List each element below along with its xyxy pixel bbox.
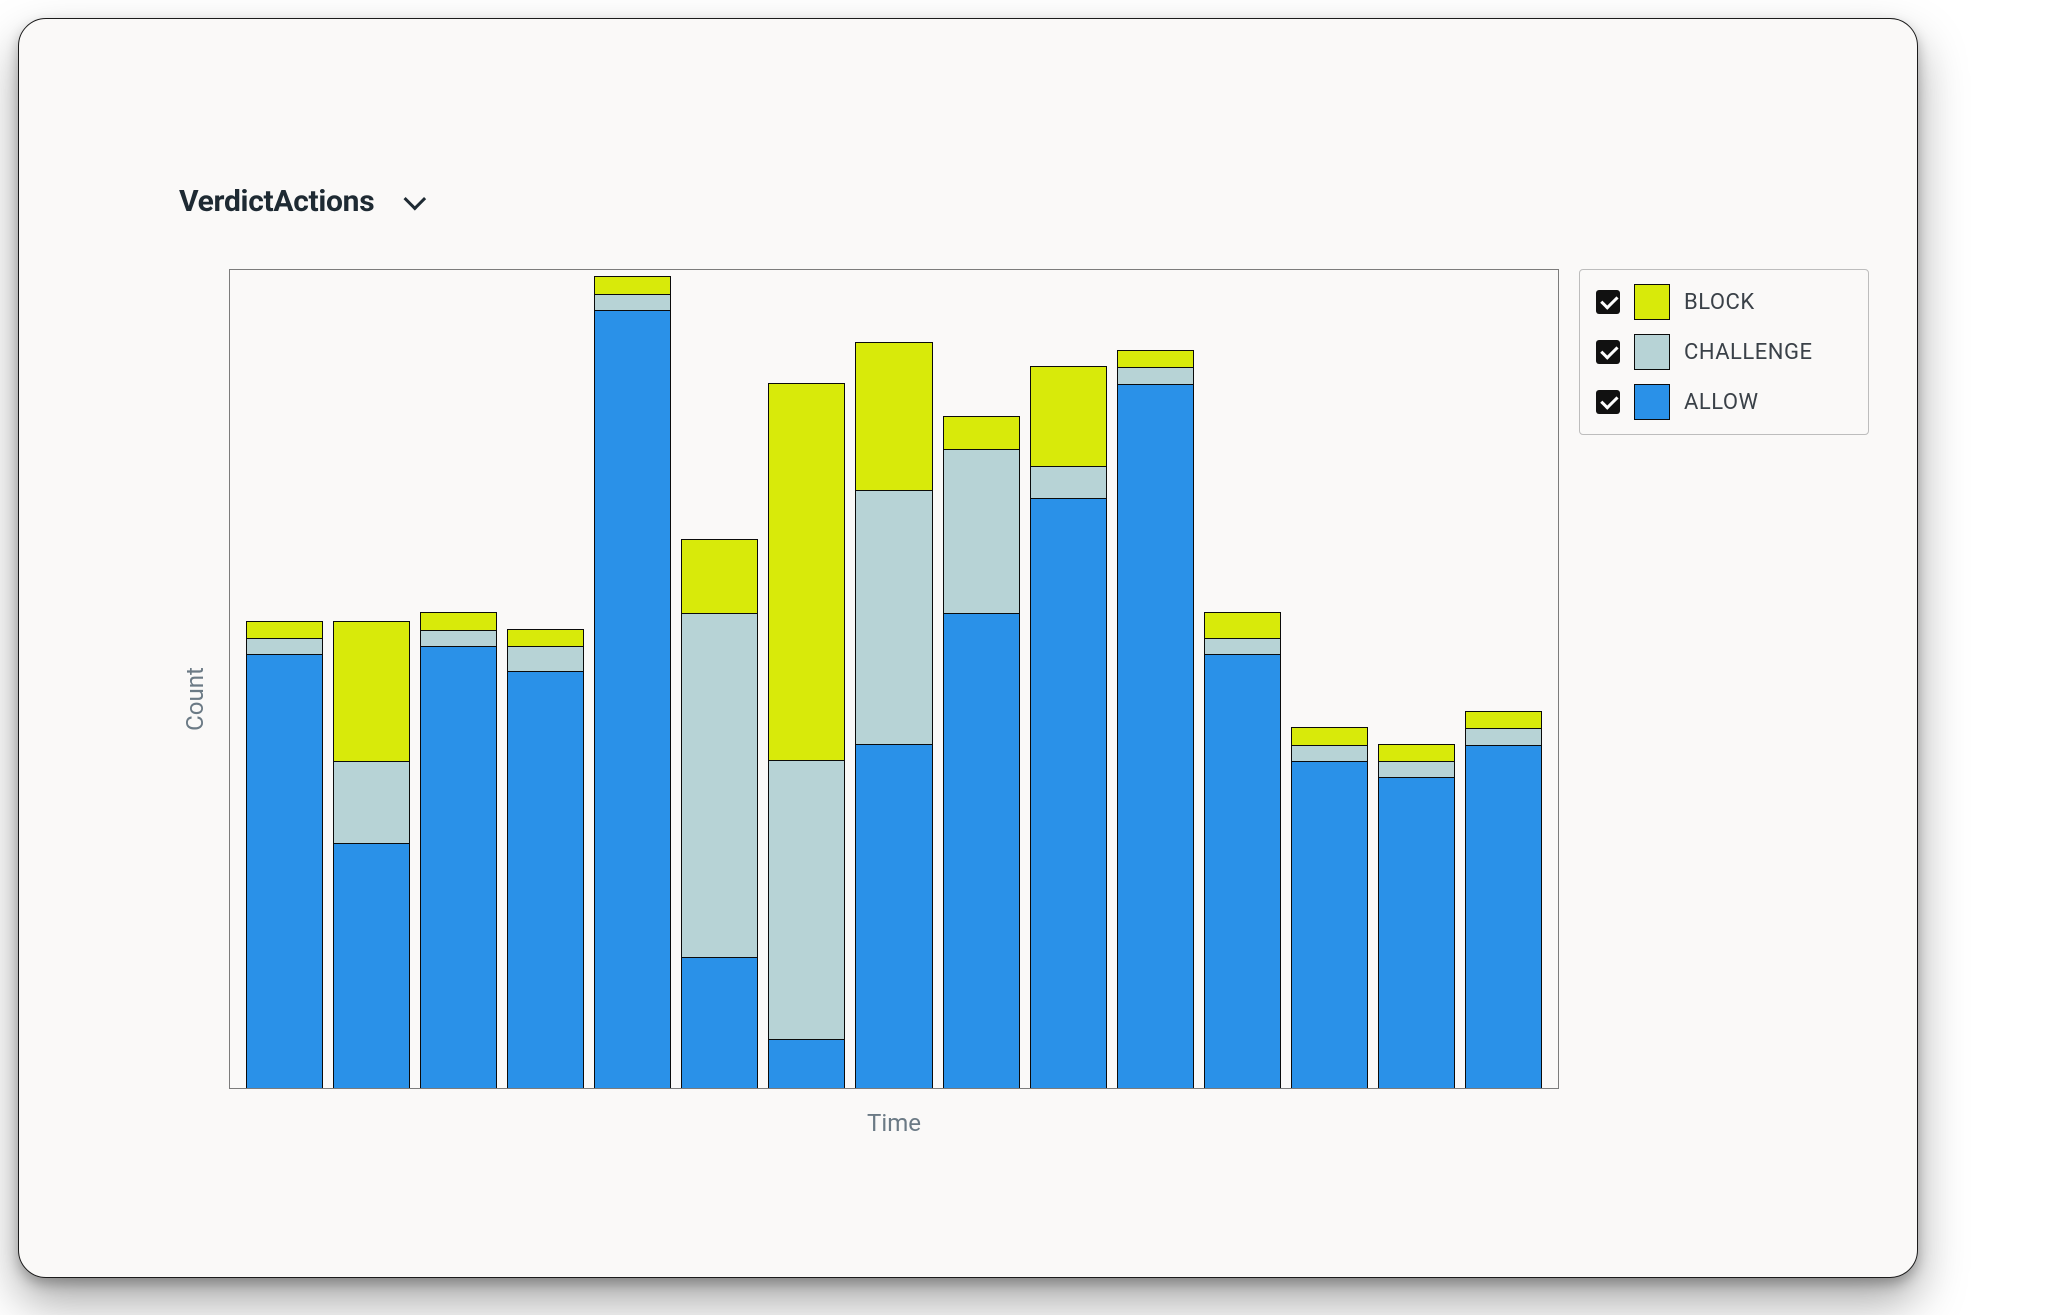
bar xyxy=(855,342,932,1088)
bar-segment-allow xyxy=(1379,777,1454,1088)
bar xyxy=(943,416,1020,1088)
legend-swatch xyxy=(1634,384,1670,420)
bar xyxy=(420,612,497,1088)
bar-segment-block xyxy=(595,277,670,293)
bar-segment-allow xyxy=(595,310,670,1088)
bar-segment-block xyxy=(1292,728,1367,744)
bar-segment-block xyxy=(944,417,1019,450)
bar-segment-challenge xyxy=(334,761,409,843)
bar xyxy=(681,539,758,1088)
bar-segment-challenge xyxy=(1205,638,1280,654)
bar xyxy=(1378,744,1455,1088)
bar-segment-allow xyxy=(1205,654,1280,1088)
legend-item-allow[interactable]: ALLOW xyxy=(1596,384,1852,420)
bar-segment-block xyxy=(1118,351,1193,367)
bar-segment-challenge xyxy=(1118,367,1193,383)
legend: BLOCK CHALLENGE ALLOW xyxy=(1579,269,1869,435)
bar-segment-block xyxy=(1379,745,1454,761)
bar-segment-challenge xyxy=(944,449,1019,613)
bar-segment-allow xyxy=(1118,384,1193,1088)
bar xyxy=(1465,711,1542,1088)
bar-segment-block xyxy=(421,613,496,629)
bar-segment-challenge xyxy=(595,294,670,310)
legend-swatch xyxy=(1634,284,1670,320)
bar xyxy=(1030,366,1107,1088)
bar-segment-block xyxy=(1205,613,1280,638)
bar xyxy=(507,629,584,1088)
bar xyxy=(1117,350,1194,1088)
checkbox-icon[interactable] xyxy=(1596,340,1620,364)
bar-segment-block xyxy=(508,630,583,646)
bars-group xyxy=(230,270,1558,1088)
bar-segment-block xyxy=(1466,712,1541,728)
x-axis-label: Time xyxy=(229,1109,1559,1137)
bar-segment-block xyxy=(1031,367,1106,465)
chart-card: VerdictActions Count Time BLOCKCHALLENGE… xyxy=(18,18,1918,1278)
plot-area xyxy=(229,269,1559,1089)
bar-segment-allow xyxy=(856,744,931,1088)
legend-label: BLOCK xyxy=(1684,290,1755,315)
bar-segment-allow xyxy=(508,671,583,1088)
bar-segment-block xyxy=(334,622,409,761)
bar-segment-challenge xyxy=(421,630,496,646)
legend-label: CHALLENGE xyxy=(1684,340,1812,365)
metric-dropdown-label: VerdictActions xyxy=(179,184,374,219)
bar-segment-block xyxy=(247,622,322,638)
checkbox-icon[interactable] xyxy=(1596,290,1620,314)
bar-segment-allow xyxy=(1292,761,1367,1088)
bar-segment-challenge xyxy=(682,613,757,957)
legend-item-block[interactable]: BLOCK xyxy=(1596,284,1852,320)
bar xyxy=(594,276,671,1088)
bar-segment-challenge xyxy=(1031,466,1106,499)
bar-segment-challenge xyxy=(769,760,844,1038)
bar-segment-allow xyxy=(682,957,757,1088)
bar xyxy=(768,383,845,1088)
legend-item-challenge[interactable]: CHALLENGE xyxy=(1596,334,1852,370)
bar xyxy=(333,621,410,1088)
bar-segment-challenge xyxy=(247,638,322,654)
bar-segment-allow xyxy=(421,646,496,1088)
y-axis-label: Count xyxy=(181,667,209,731)
bar-segment-allow xyxy=(944,613,1019,1088)
bar-segment-challenge xyxy=(508,646,583,671)
bar xyxy=(246,621,323,1088)
bar-segment-allow xyxy=(247,654,322,1088)
bar-segment-block xyxy=(856,343,931,490)
bar-segment-block xyxy=(769,384,844,761)
bar-segment-allow xyxy=(1466,745,1541,1088)
metric-dropdown[interactable]: VerdictActions xyxy=(179,184,420,219)
bar-segment-challenge xyxy=(1292,745,1367,761)
bar-segment-challenge xyxy=(856,490,931,744)
legend-label: ALLOW xyxy=(1684,390,1759,415)
bar xyxy=(1291,727,1368,1088)
bar-segment-block xyxy=(682,540,757,614)
bar-segment-allow xyxy=(769,1039,844,1088)
chart-container: Count Time BLOCKCHALLENGEALLOW xyxy=(169,249,1789,1149)
checkbox-icon[interactable] xyxy=(1596,390,1620,414)
bar xyxy=(1204,612,1281,1088)
chevron-down-icon xyxy=(404,187,427,210)
bar-segment-allow xyxy=(1031,498,1106,1088)
legend-swatch xyxy=(1634,334,1670,370)
bar-segment-challenge xyxy=(1466,728,1541,744)
bar-segment-challenge xyxy=(1379,761,1454,777)
bar-segment-allow xyxy=(334,843,409,1088)
